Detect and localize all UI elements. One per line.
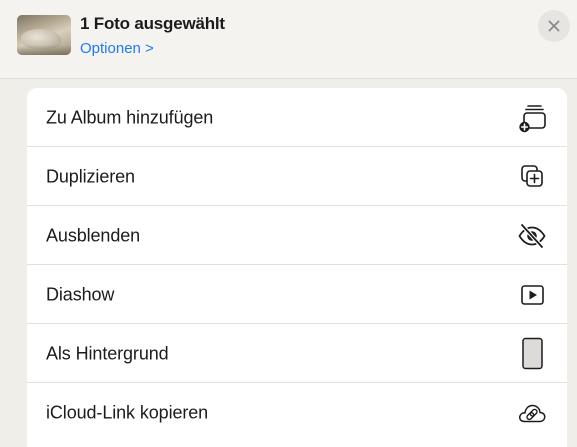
menu-item-label: iCloud-Link kopieren bbox=[46, 402, 209, 422]
menu-item-label: Als Hintergrund bbox=[46, 343, 169, 363]
play-rectangle-icon bbox=[517, 280, 547, 310]
menu-item-add-to-album[interactable]: Zu Album hinzufügen bbox=[27, 88, 567, 147]
selection-title: 1 Foto ausgewählt bbox=[80, 14, 225, 33]
menu-item-label: Diashow bbox=[46, 284, 115, 304]
wallpaper-rectangle-icon bbox=[517, 337, 547, 369]
xmark-icon bbox=[548, 20, 560, 32]
actions-menu: Zu Album hinzufügen Duplizieren Ausblend… bbox=[27, 88, 567, 447]
menu-item-wallpaper[interactable]: Als Hintergrund bbox=[27, 324, 567, 383]
menu-item-hide[interactable]: Ausblenden bbox=[27, 206, 567, 265]
link-cloud-icon bbox=[517, 398, 547, 428]
photo-thumbnail[interactable] bbox=[17, 15, 71, 55]
close-button[interactable] bbox=[538, 10, 570, 42]
thumbnail-shade bbox=[17, 45, 71, 55]
menu-item-label: Ausblenden bbox=[46, 225, 141, 245]
add-to-album-icon bbox=[517, 103, 547, 133]
menu-item-duplicate[interactable]: Duplizieren bbox=[27, 147, 567, 206]
menu-item-icloud-link[interactable]: iCloud-Link kopieren bbox=[27, 383, 567, 442]
menu-item-slideshow[interactable]: Diashow bbox=[27, 265, 567, 324]
share-sheet: 1 Foto ausgewählt Optionen > Zu Album hi… bbox=[0, 0, 577, 447]
eye-slash-icon bbox=[517, 221, 547, 251]
menu-item-label: Duplizieren bbox=[46, 166, 135, 186]
duplicate-icon bbox=[517, 162, 547, 192]
sheet-header: 1 Foto ausgewählt Optionen > bbox=[0, 0, 577, 78]
menu-item-label: Zu Album hinzufügen bbox=[46, 107, 214, 127]
header-divider bbox=[0, 78, 577, 79]
options-link[interactable]: Optionen > bbox=[80, 40, 154, 57]
